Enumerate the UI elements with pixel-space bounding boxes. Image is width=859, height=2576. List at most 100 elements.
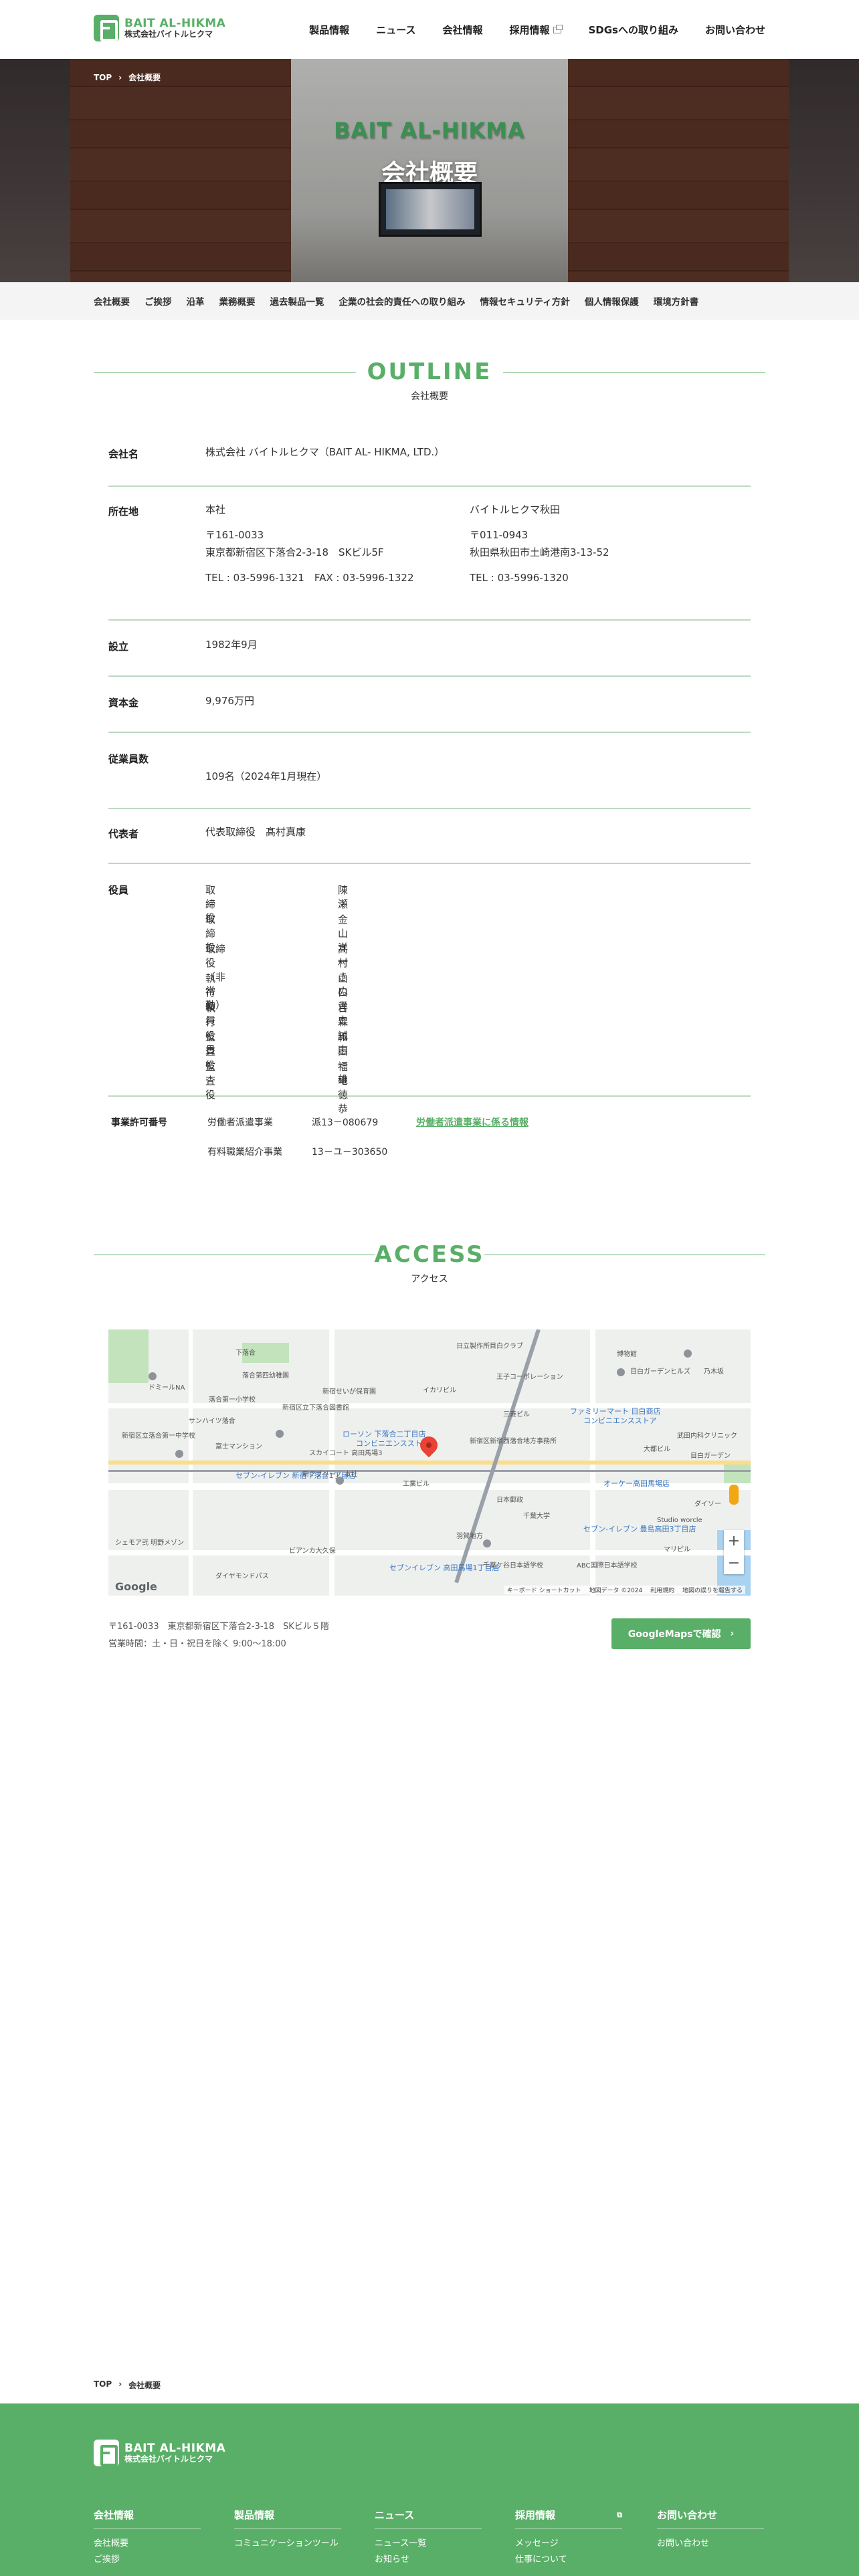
office-address: 東京都新宿区下落合2-3-18 SKビル5F: [205, 546, 384, 558]
row-capital: 資本金 9,976万円: [108, 695, 751, 733]
map-label: ダイソー: [694, 1501, 721, 1508]
access-heading: ACCESS アクセス: [94, 1240, 765, 1285]
map-label: 三菱ビル: [503, 1411, 530, 1418]
office-zip: 〒011-0943: [470, 529, 529, 541]
breadcrumb-top-link[interactable]: TOP: [94, 2379, 112, 2391]
map-label: 富士マンション: [215, 1443, 262, 1451]
map-label: シェモア弐 明野メゾン: [115, 1539, 185, 1547]
map-label: マリピル: [664, 1546, 690, 1553]
license-name: 有料職業紹介事業: [207, 1147, 282, 1158]
footer-heading-label: 採用情報: [515, 2509, 556, 2521]
office-tel: TEL : 03-5996-1320: [470, 572, 569, 584]
nav-company[interactable]: 会社情報: [442, 23, 482, 37]
zoom-in-button[interactable]: +: [724, 1530, 744, 1552]
office-tel: TEL : 03-5996-1321 FAX : 03-5996-1322: [205, 572, 414, 584]
hero-banner: BAIT AL-HIKMA 会社概要 TOP › 会社概要: [0, 59, 859, 282]
map-label: オーケー高田馬場店: [603, 1479, 670, 1488]
map-label: 新宿区立下落合図書館: [282, 1404, 349, 1412]
subnav-security-policy[interactable]: 情報セキュリティ方針: [480, 294, 570, 308]
map-label: コンビニエンスストア: [583, 1416, 657, 1425]
subnav-overview[interactable]: 会社概要: [94, 294, 130, 308]
label-license: 事業許可番号: [111, 1117, 167, 1128]
row-company-name: 会社名 株式会社 バイトルヒクマ（BAIT AL- HIKMA, LTD.）: [108, 446, 751, 487]
map-label: Studio worcle: [657, 1517, 702, 1524]
officer-name: 陳瀬: [338, 884, 349, 910]
label-officers: 役員: [108, 884, 129, 896]
subnav-csr[interactable]: 企業の社会的責任への取り組み: [339, 294, 466, 308]
license-info-link[interactable]: 労働者派遣事業に係る情報: [416, 1115, 529, 1129]
map-label: イカリビル: [423, 1387, 456, 1394]
subnav-greeting[interactable]: ご挨拶: [145, 294, 172, 308]
row-license: 事業許可番号 労働者派遣事業 派13－080679 労働者派遣事業に係る情報 有…: [111, 1115, 751, 1162]
subnav-environment[interactable]: 環境方針書: [654, 294, 699, 308]
map-label: 新宿区立落合第一中学校: [122, 1432, 195, 1440]
footer-link[interactable]: ご挨拶: [94, 2553, 201, 2567]
logo-mark-icon: [94, 2440, 119, 2466]
footer-col-company: 会社情報 会社概要 ご挨拶: [94, 2508, 201, 2567]
chevron-right-icon: ›: [730, 1628, 735, 1639]
nav-sdgs[interactable]: SDGsへの取り組み: [588, 23, 678, 37]
logo-text-jp: 株式会社バイトルヒクマ: [124, 29, 213, 39]
site-logo[interactable]: BAIT AL-HIKMA 株式会社バイトルヒクマ: [94, 15, 225, 41]
map-label: 乃木坂: [704, 1368, 724, 1376]
footer-heading[interactable]: 会社情報: [94, 2508, 201, 2529]
footer-link[interactable]: お知らせ: [375, 2553, 482, 2567]
map-label: 武田内科クリニック: [677, 1432, 737, 1440]
footer-link[interactable]: お問い合わせ: [657, 2537, 764, 2551]
subnav-history[interactable]: 沿革: [187, 294, 205, 308]
subnav-past-products[interactable]: 過去製品一覧: [270, 294, 324, 308]
street-view-pegman-icon[interactable]: [729, 1485, 739, 1505]
footer-heading[interactable]: 製品情報: [234, 2508, 341, 2529]
license-number: 派13－080679: [312, 1117, 379, 1128]
google-map[interactable]: 下落合 落合第四幼稚園 新宿せいが保育園 イカリビル 日立製作所目白クラブ 王子…: [108, 1329, 751, 1596]
terms-link[interactable]: 利用規約: [650, 1588, 674, 1594]
footer-heading[interactable]: ニュース: [375, 2508, 482, 2529]
map-label: ABC国際日本語学校: [577, 1562, 638, 1570]
footer-heading[interactable]: お問い合わせ: [657, 2508, 764, 2529]
footer-link[interactable]: メッセージ: [515, 2537, 622, 2551]
row-location: 所在地 本社 〒161-0033 東京都新宿区下落合2-3-18 SKビル5F …: [108, 504, 751, 621]
footer-link[interactable]: ニュース一覧: [375, 2537, 482, 2551]
open-googlemaps-button[interactable]: GoogleMapsで確認 ›: [611, 1618, 751, 1649]
office-head: 本社 〒161-0033 東京都新宿区下落合2-3-18 SKビル5F TEL …: [205, 501, 414, 586]
map-label: サンハイツ落合: [189, 1418, 235, 1425]
nav-news[interactable]: ニュース: [376, 23, 415, 37]
report-error-link[interactable]: 地図の誤りを報告する: [682, 1588, 743, 1594]
footer-heading-recruit[interactable]: 採用情報 ⧉: [515, 2508, 622, 2529]
officer-title: 監査役: [205, 1061, 216, 1101]
footer-link[interactable]: コミュニケーションツール: [234, 2537, 341, 2551]
breadcrumb-bottom: TOP › 会社概要: [94, 2379, 161, 2391]
site-footer: BAIT AL-HIKMA 株式会社バイトルヒクマ 会社情報 会社概要 ご挨拶 …: [0, 2403, 859, 2576]
nav-recruit[interactable]: 採用情報: [509, 23, 563, 37]
map-label: 下落合: [235, 1350, 256, 1357]
breadcrumb-top-link[interactable]: TOP: [94, 73, 112, 82]
zoom-out-button[interactable]: −: [724, 1552, 744, 1574]
subnav-business[interactable]: 業務概要: [219, 294, 256, 308]
footer-col-news: ニュース ニュース一覧 お知らせ: [375, 2508, 482, 2567]
label-company-name: 会社名: [108, 448, 139, 460]
chevron-right-icon: ›: [118, 2379, 122, 2389]
label-location: 所在地: [108, 506, 139, 518]
footer-link[interactable]: 会社概要: [94, 2537, 201, 2551]
footer-link[interactable]: 仕事について: [515, 2553, 622, 2567]
chevron-right-icon: ›: [118, 72, 122, 82]
label-employees: 従業員数: [108, 753, 149, 765]
footer-logo[interactable]: BAIT AL-HIKMA 株式会社バイトルヒクマ: [94, 2440, 225, 2466]
keyboard-shortcuts-link[interactable]: キーボード ショートカット: [507, 1588, 581, 1594]
hero-company-sign: BAIT AL-HIKMA: [334, 118, 525, 143]
map-label: 新宿区新宿西落合地方事務所: [470, 1438, 557, 1445]
map-label: 王子コーポレーション: [496, 1374, 563, 1381]
office-name: バイトルヒクマ秋田: [470, 504, 561, 516]
map-label: 落合第一小学校: [209, 1396, 256, 1404]
value-employees: 109名（2024年1月現在）: [205, 770, 327, 782]
subnav-privacy[interactable]: 個人情報保護: [585, 294, 639, 308]
outline-title-jp: 会社概要: [411, 391, 448, 402]
label-founded: 設立: [108, 641, 129, 653]
nav-products[interactable]: 製品情報: [309, 23, 349, 37]
map-label: 博物館: [617, 1351, 637, 1358]
license-number: 13－ユ－303650: [312, 1147, 388, 1158]
label-representative: 代表者: [108, 828, 139, 840]
value-capital: 9,976万円: [205, 695, 254, 707]
value-representative: 代表取締役 髙村真康: [205, 826, 306, 838]
nav-contact[interactable]: お問い合わせ: [705, 23, 765, 37]
